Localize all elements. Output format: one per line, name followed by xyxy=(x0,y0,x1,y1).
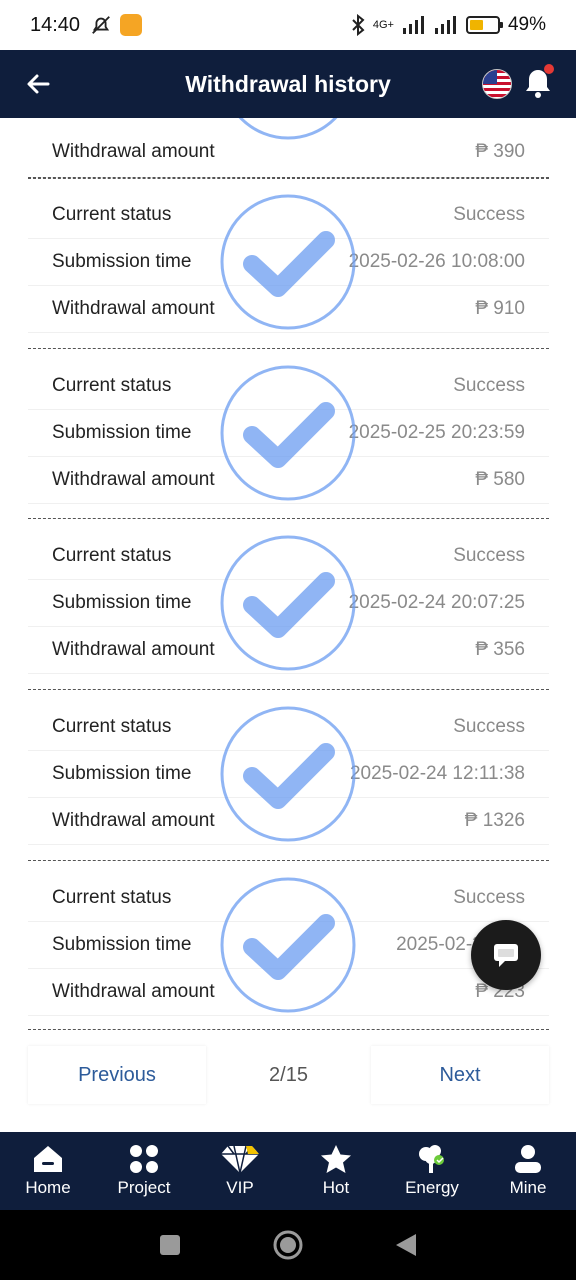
amount-value: ₱ 390 xyxy=(475,141,525,162)
amount-row: Withdrawal amount ₱ 910 xyxy=(28,286,549,333)
home-circle-icon[interactable] xyxy=(272,1229,304,1261)
amount-value: ₱ 580 xyxy=(475,469,525,490)
language-flag-icon[interactable] xyxy=(482,69,512,99)
nav-home-label: Home xyxy=(25,1178,71,1197)
pagination: Previous 2/15 Next xyxy=(28,1046,549,1104)
nav-energy[interactable]: Energy xyxy=(384,1132,480,1210)
time-label: Submission time xyxy=(52,763,192,784)
status-label: Current status xyxy=(52,545,172,566)
amount-value: ₱ 356 xyxy=(475,639,525,660)
status-value: Success xyxy=(453,375,525,396)
notification-dot xyxy=(544,64,554,74)
recent-apps-icon[interactable] xyxy=(158,1233,182,1257)
diamond-icon xyxy=(221,1145,259,1174)
time-value: 2025-02-24 20:07:25 xyxy=(348,592,525,613)
status-label: Current status xyxy=(52,204,172,225)
record-item[interactable]: Current status Success Submission time 202… xyxy=(28,704,549,845)
record-item[interactable]: Current status Success Submission time 202… xyxy=(28,875,549,1030)
time-label: Submission time xyxy=(52,422,192,443)
app-notification-icon xyxy=(120,14,143,36)
status-label: Current status xyxy=(52,375,172,396)
status-time: 14:40 xyxy=(30,13,81,36)
status-row: Current status Success xyxy=(28,875,549,922)
amount-label: Withdrawal amount xyxy=(52,810,215,831)
nav-mine-label: Mine xyxy=(509,1178,547,1197)
nav-hot-label: Hot xyxy=(322,1178,350,1197)
time-row: Submission time 2025-02-24 12:11:38 xyxy=(28,751,549,798)
amount-label: Withdrawal amount xyxy=(52,639,215,660)
amount-row: Withdrawal amount ₱ 223 xyxy=(28,969,549,1016)
time-value: 2025-02-26 10:08:00 xyxy=(348,251,525,272)
nav-home[interactable]: Home xyxy=(0,1132,96,1210)
back-triangle-icon[interactable] xyxy=(394,1232,418,1258)
status-value: Success xyxy=(453,545,525,566)
grid-icon xyxy=(130,1145,158,1173)
record-amount-row: Withdrawal amount ₱ 390 xyxy=(28,118,549,178)
bluetooth-icon xyxy=(352,14,365,36)
amount-label: Withdrawal amount xyxy=(52,141,215,162)
time-row: Submission time 2025-02-26 10:08:00 xyxy=(28,239,549,286)
status-row: Current status Success xyxy=(28,533,549,580)
status-label: Current status xyxy=(52,887,172,908)
mute-icon xyxy=(92,16,110,34)
amount-value: ₱ 1326 xyxy=(464,810,525,831)
signal-icon-2 xyxy=(434,16,456,34)
nav-mine[interactable]: Mine xyxy=(480,1132,576,1210)
page-indicator: 2/15 xyxy=(269,1063,308,1086)
status-value: Success xyxy=(453,204,525,225)
chat-icon xyxy=(494,944,518,967)
nav-vip-label: VIP xyxy=(226,1178,254,1197)
time-label: Submission time xyxy=(52,251,192,272)
signal-icon xyxy=(402,16,424,34)
amount-row: Withdrawal amount ₱ 356 xyxy=(28,627,549,674)
nav-vip[interactable]: VIP xyxy=(192,1132,288,1210)
amount-label: Withdrawal amount xyxy=(52,469,215,490)
time-value: 2025-02-25 20:23:59 xyxy=(348,422,525,443)
amount-row: Withdrawal amount ₱ 580 xyxy=(28,457,549,504)
record-item[interactable]: Current status Success Submission time 202… xyxy=(28,533,549,674)
record-item[interactable]: Current status Success Submission time 202… xyxy=(28,363,549,504)
record-item[interactable]: Current status Success Submission time 202… xyxy=(28,192,549,333)
app-header: Withdrawal history xyxy=(0,50,576,118)
user-icon xyxy=(515,1145,541,1173)
network-type: 4G+ xyxy=(372,19,394,31)
nav-project[interactable]: Project xyxy=(96,1132,192,1210)
time-row: Submission time 2025-02-25 20:23:59 xyxy=(28,410,549,457)
next-button[interactable]: Next xyxy=(371,1046,549,1104)
status-value: Success xyxy=(453,887,525,908)
back-arrow-icon[interactable] xyxy=(20,66,56,102)
amount-value: ₱ 910 xyxy=(475,298,525,319)
time-label: Submission time xyxy=(52,592,192,613)
time-value: 2025-02-24 12:11:38 xyxy=(349,763,525,784)
nav-energy-label: Energy xyxy=(405,1178,459,1197)
chat-button[interactable] xyxy=(471,920,541,990)
status-label: Current status xyxy=(52,716,172,737)
record-partial: Withdrawal amount ₱ 390 xyxy=(28,118,549,179)
page-title: Withdrawal history xyxy=(185,70,391,97)
status-row: Current status Success xyxy=(28,363,549,410)
amount-label: Withdrawal amount xyxy=(52,298,215,319)
amount-label: Withdrawal amount xyxy=(52,981,215,1002)
status-row: Current status Success xyxy=(28,704,549,751)
home-icon xyxy=(34,1146,62,1172)
battery-icon xyxy=(465,16,503,34)
previous-button[interactable]: Previous xyxy=(28,1046,206,1104)
star-icon xyxy=(321,1145,351,1173)
battery-level: 49% xyxy=(507,14,546,35)
status-bar: 14:40 4G+ 49% xyxy=(0,0,576,50)
amount-row: Withdrawal amount ₱ 1326 xyxy=(28,798,549,845)
system-nav-bar xyxy=(0,1210,576,1280)
nav-hot[interactable]: Hot xyxy=(288,1132,384,1210)
status-value: Success xyxy=(453,716,525,737)
status-row: Current status Success xyxy=(28,192,549,239)
tree-icon xyxy=(419,1145,444,1173)
time-label: Submission time xyxy=(52,934,192,955)
notification-bell-icon[interactable] xyxy=(524,64,554,100)
bottom-nav: Home Project VIP Hot Energy Mine xyxy=(0,1132,576,1210)
nav-project-label: Project xyxy=(117,1178,171,1197)
time-row: Submission time 2025-02-24 20:07:25 xyxy=(28,580,549,627)
